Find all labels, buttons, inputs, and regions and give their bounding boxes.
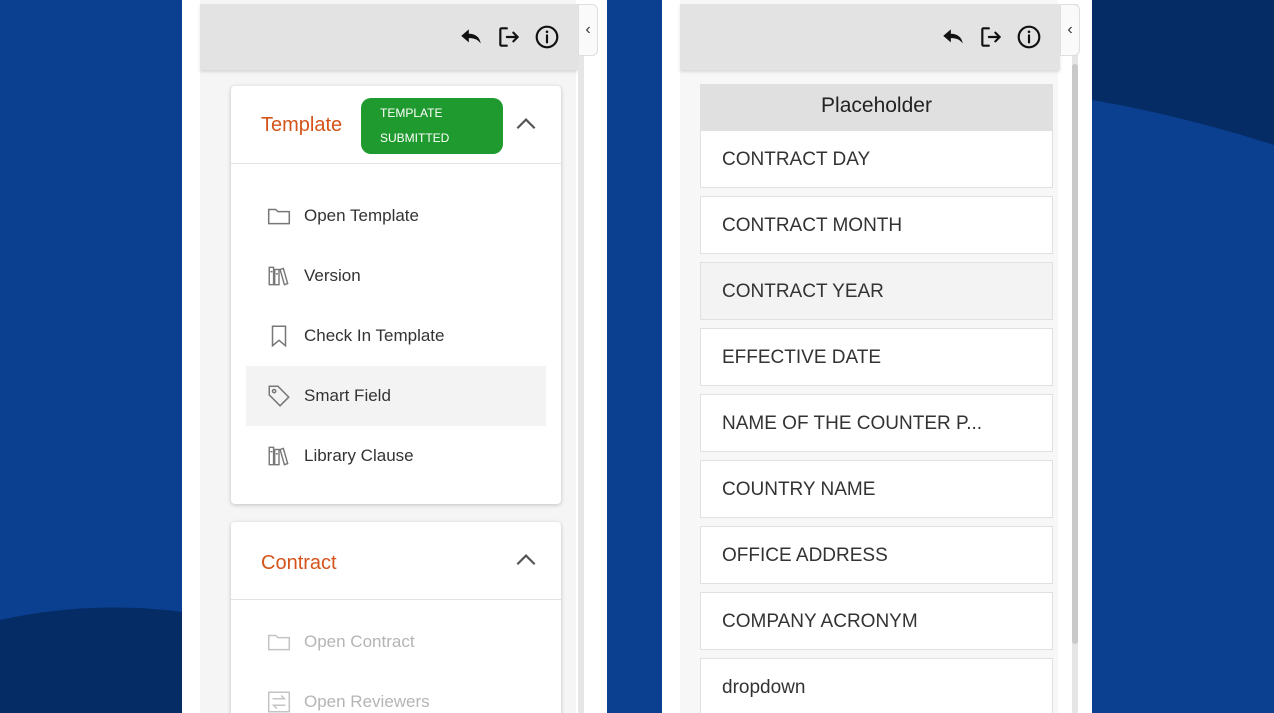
- collapse-toggle-left[interactable]: ‹: [578, 4, 598, 56]
- template-card: Template Template Submitted Open Templat…: [231, 86, 561, 504]
- menu-item-version[interactable]: Version: [246, 246, 546, 306]
- chevron-up-icon[interactable]: [513, 548, 539, 574]
- right-panel: ‹ Placeholder CONTRACT DAY CONTRACT MONT…: [662, 0, 1092, 713]
- reply-icon[interactable]: [458, 24, 484, 50]
- tag-icon: [268, 385, 290, 407]
- left-panel: ‹ Template Template Submitted Open Templ…: [182, 0, 607, 713]
- template-card-header[interactable]: Template Template Submitted: [231, 86, 561, 164]
- right-toolbar: [680, 4, 1060, 70]
- books-icon: [268, 446, 289, 466]
- menu-item-check-in-template[interactable]: Check In Template: [246, 306, 546, 366]
- books-icon: [268, 266, 289, 286]
- left-toolbar: [200, 4, 578, 70]
- bookmark-icon: [271, 325, 287, 348]
- placeholder-row[interactable]: COUNTRY NAME: [700, 460, 1053, 518]
- menu-item-library-clause[interactable]: Library Clause: [246, 426, 546, 486]
- chevron-up-icon[interactable]: [513, 112, 539, 138]
- placeholder-header: Placeholder: [700, 84, 1053, 130]
- reply-icon[interactable]: [940, 24, 966, 50]
- contract-menu: Open Contract Open Reviewers: [231, 600, 561, 713]
- info-icon[interactable]: [1016, 24, 1042, 50]
- placeholder-row[interactable]: COMPANY ACRONYM: [700, 592, 1053, 650]
- template-card-title: Template: [261, 114, 343, 136]
- menu-item-smart-field[interactable]: Smart Field: [246, 366, 546, 426]
- placeholder-row[interactable]: EFFECTIVE DATE: [700, 328, 1053, 386]
- placeholder-list: CONTRACT DAY CONTRACT MONTH CONTRACT YEA…: [700, 130, 1053, 713]
- contract-card-title: Contract: [261, 552, 337, 574]
- menu-item-open-template[interactable]: Open Template: [246, 186, 546, 246]
- info-icon[interactable]: [534, 24, 560, 50]
- folder-icon: [267, 208, 291, 225]
- placeholder-row[interactable]: CONTRACT DAY: [700, 130, 1053, 188]
- menu-item-open-contract[interactable]: Open Contract: [246, 612, 546, 672]
- menu-item-open-reviewers[interactable]: Open Reviewers: [246, 672, 546, 713]
- placeholder-row[interactable]: CONTRACT MONTH: [700, 196, 1053, 254]
- exit-icon[interactable]: [496, 24, 522, 50]
- placeholder-row[interactable]: CONTRACT YEAR: [700, 262, 1053, 320]
- collapse-toggle-right[interactable]: ‹: [1060, 4, 1080, 56]
- left-scrollbar[interactable]: [578, 4, 584, 713]
- right-scrollbar[interactable]: [1072, 4, 1078, 713]
- right-scroll-thumb[interactable]: [1072, 64, 1078, 644]
- swap-icon: [267, 691, 291, 713]
- contract-card-header[interactable]: Contract: [231, 522, 561, 600]
- exit-icon[interactable]: [978, 24, 1004, 50]
- template-menu: Open Template Version Check In Template …: [231, 164, 561, 486]
- placeholder-row[interactable]: NAME OF THE COUNTER P...: [700, 394, 1053, 452]
- folder-icon: [267, 634, 291, 651]
- contract-card: Contract Open Contract Open Reviewers: [231, 522, 561, 713]
- placeholder-row[interactable]: OFFICE ADDRESS: [700, 526, 1053, 584]
- placeholder-row[interactable]: dropdown: [700, 658, 1053, 713]
- template-status-badge: Template Submitted: [361, 98, 503, 154]
